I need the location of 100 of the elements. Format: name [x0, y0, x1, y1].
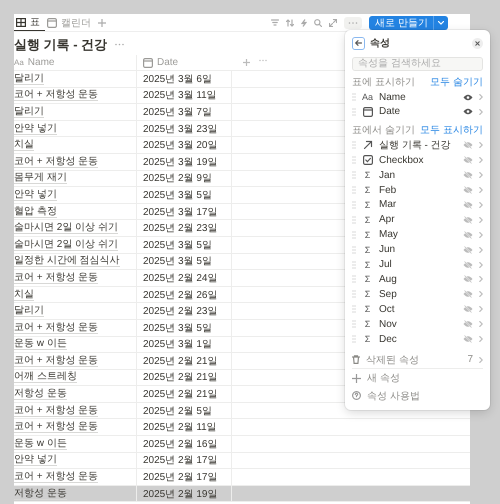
- table-row[interactable]: 안약 넣기 2025년 2월 17일: [14, 452, 470, 470]
- chevron-icon[interactable]: [479, 108, 483, 115]
- table-cell-text: 일정한 시간에 점심식사: [14, 254, 121, 270]
- table-cell-text: 안약 넣기: [14, 122, 58, 136]
- eye-off-icon[interactable]: [463, 246, 473, 254]
- eye-off-icon[interactable]: [463, 141, 473, 150]
- eye-off-icon[interactable]: [463, 320, 473, 328]
- section-label: 표에서 숨기기: [352, 124, 415, 138]
- table-row[interactable]: 코어 + 저항성 운동 2025년 2월 11일: [14, 419, 470, 436]
- more-icon[interactable]: [115, 43, 124, 46]
- table-cell-text: 달리기: [14, 104, 45, 120]
- chevron-icon[interactable]: [479, 94, 483, 100]
- eye-off-icon[interactable]: [463, 186, 473, 194]
- checkbox-icon: [362, 155, 372, 166]
- table-cell: 2025년 3월 1일: [136, 336, 231, 352]
- chevron-icon[interactable]: [479, 356, 483, 363]
- eye-off-icon[interactable]: [463, 171, 473, 180]
- arrow-icon: [362, 140, 372, 150]
- table-cell-text: 저항성 운동: [14, 486, 68, 502]
- sigma-icon: Σ: [364, 289, 370, 300]
- table-cell: 2025년 2월 11일: [136, 419, 231, 436]
- eye-off-icon[interactable]: [463, 275, 473, 284]
- chevron-icon[interactable]: [479, 232, 483, 238]
- close-button[interactable]: [472, 38, 483, 48]
- table-cell: 2025년 2월 26일: [136, 286, 231, 302]
- sigma-icon: Σ: [364, 319, 370, 330]
- chevron-icon[interactable]: [479, 187, 483, 194]
- table-cell-text: 몸무게 재기: [14, 171, 68, 186]
- search-icon[interactable]: [314, 18, 322, 26]
- calendar-icon: [47, 18, 57, 28]
- table-cell-text: 술마시면 2일 이상 쉬기: [14, 221, 119, 236]
- sigma-icon: Σ: [364, 260, 370, 270]
- chevron-icon[interactable]: [479, 306, 483, 312]
- eye-off-icon[interactable]: [463, 216, 473, 224]
- table-cell-text: 술마시면 2일 이상 쉬기: [14, 238, 119, 253]
- drag-handle-icon[interactable]: [352, 335, 356, 343]
- table-cell: 2025년 2월 23일: [136, 220, 231, 236]
- table-cell-text: 달리기: [14, 304, 45, 319]
- table-row[interactable]: 저항성 운동 2025년 2월 19일: [14, 486, 470, 502]
- search-field[interactable]: 속성을 검색하세요: [352, 57, 483, 71]
- table-cell: 2025년 3월 5일: [136, 187, 231, 203]
- eye-off-icon[interactable]: [463, 335, 473, 343]
- sigma-icon: Σ: [364, 274, 370, 284]
- property-item[interactable]: Date: [352, 104, 483, 120]
- chevron-icon[interactable]: [479, 336, 483, 342]
- sort-icon[interactable]: [286, 18, 294, 26]
- eye-icon[interactable]: [463, 94, 473, 101]
- more-icon[interactable]: [259, 59, 267, 62]
- chevron-icon[interactable]: [479, 291, 483, 298]
- chevron-icon[interactable]: [479, 246, 483, 253]
- table-cell-text: 코어 + 저항성 운동: [14, 470, 100, 485]
- table-cell: 2025년 2월 17일: [136, 452, 231, 468]
- more-icon[interactable]: [344, 16, 362, 28]
- filter-icon[interactable]: [271, 19, 280, 26]
- new-button[interactable]: 새로 만들기: [369, 16, 448, 30]
- eye-off-icon[interactable]: [463, 230, 473, 239]
- eye-off-icon[interactable]: [463, 260, 473, 269]
- lightning-icon[interactable]: [301, 18, 308, 26]
- table-cell: 2025년 2월 21일: [136, 386, 231, 402]
- eye-off-icon[interactable]: [463, 305, 473, 314]
- table-cell-text: 치실: [14, 138, 35, 153]
- expand-icon[interactable]: [329, 18, 338, 26]
- table-row[interactable]: 운동 w 이든 2025년 2월 16일: [14, 436, 470, 453]
- chevron-icon[interactable]: [479, 142, 483, 148]
- sigma-icon: Σ: [364, 304, 370, 314]
- chevron-icon[interactable]: [479, 172, 483, 178]
- view-tab[interactable]: 표: [14, 14, 45, 31]
- sigma-icon: Σ: [364, 244, 370, 255]
- back-button[interactable]: [352, 36, 365, 50]
- table-cell: 2025년 2월 5일: [136, 402, 231, 418]
- table-cell-text: 코어 + 저항성 운동: [14, 404, 100, 418]
- table-cell-text: 안약 넣기: [14, 453, 58, 468]
- eye-icon[interactable]: [463, 108, 473, 116]
- table-cell: 2025년 2월 19일: [136, 486, 231, 502]
- table-cell-text: 운동 w 이든: [14, 436, 68, 452]
- chevron-icon[interactable]: [479, 321, 483, 328]
- eye-off-icon[interactable]: [463, 200, 473, 209]
- table-cell: 2025년 2월 17일: [136, 469, 231, 485]
- table-cell-text: 운동 w 이든: [14, 337, 68, 352]
- caret-icon[interactable]: [438, 20, 444, 24]
- table-cell: 2025년 3월 19일: [136, 154, 231, 170]
- eye-off-icon[interactable]: [463, 290, 473, 298]
- help-icon: [352, 391, 361, 400]
- table-cell: 2025년 3월 5일: [136, 254, 231, 270]
- table-cell-text: 어깨 스트레칭: [14, 370, 78, 386]
- sigma-icon: Σ: [364, 185, 370, 196]
- property-item[interactable]: Checkbox: [352, 152, 483, 168]
- chevron-icon[interactable]: [479, 202, 483, 208]
- eye-off-icon[interactable]: [463, 156, 473, 164]
- add-view-icon[interactable]: [98, 18, 106, 26]
- table-cell: 2025년 2월 9일: [136, 170, 231, 186]
- table-cell: 2025년 3월 23일: [136, 120, 231, 136]
- chevron-icon[interactable]: [479, 276, 483, 282]
- add-column-icon[interactable]: [243, 59, 250, 66]
- chevron-icon[interactable]: [479, 262, 483, 268]
- table-cell: 2025년 3월 5일: [136, 236, 231, 253]
- deleted-properties-item[interactable]: 삭제된 속성 7: [352, 351, 483, 369]
- page-title: 실행 기록 - 건강: [14, 36, 108, 54]
- chevron-icon[interactable]: [479, 157, 483, 164]
- chevron-icon[interactable]: [479, 216, 483, 223]
